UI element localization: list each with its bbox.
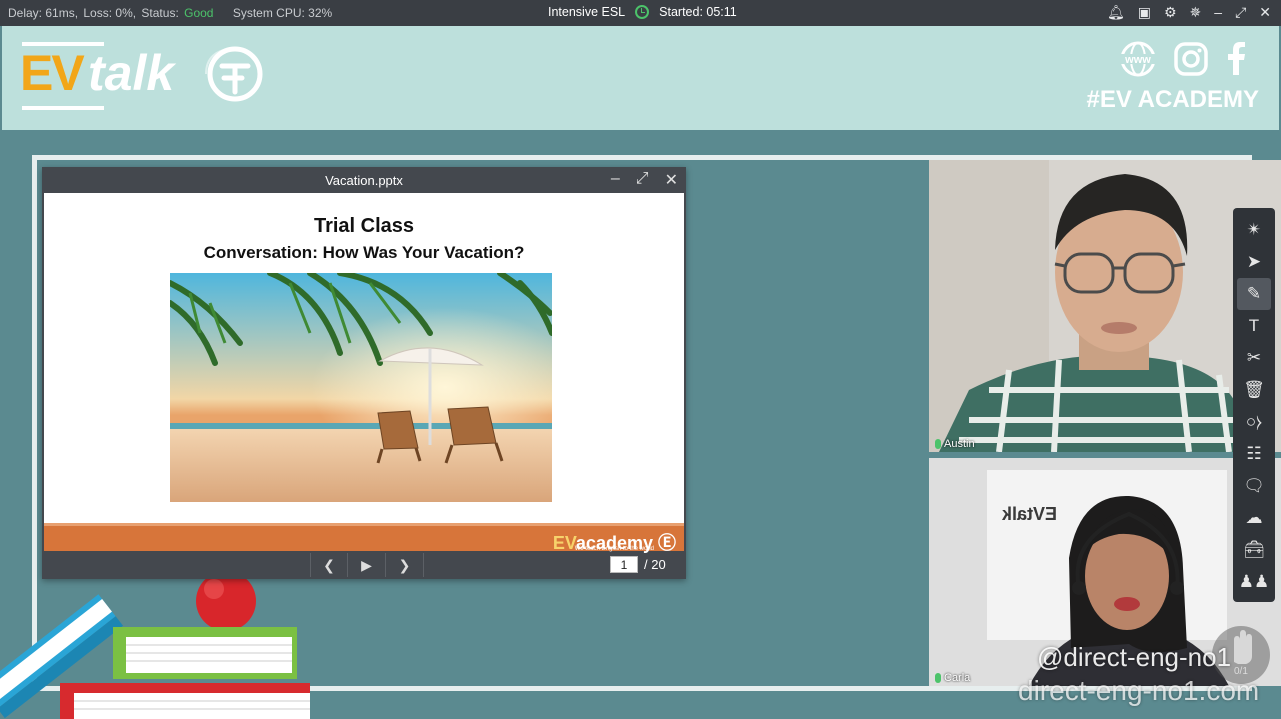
toolbox-tool[interactable]: 🧰︎: [1237, 534, 1271, 566]
status-label: Status:: [141, 6, 179, 20]
video-name-label: Austin: [935, 438, 975, 450]
gear-icon[interactable]: ⚙: [1164, 4, 1177, 21]
audio-tool[interactable]: ○⧽: [1237, 406, 1271, 438]
teacher-video-feed: [929, 160, 1281, 452]
page-number-input[interactable]: [610, 556, 638, 573]
expand-icon[interactable]: ⤢: [1235, 4, 1246, 21]
trash-icon: 🗑︎: [1243, 380, 1265, 399]
presentation-window[interactable]: Vacation.pptx – ⤢ ✕ Trial Class Conversa…: [42, 167, 686, 579]
evtalk-wall-logo: EVtalk: [1001, 504, 1057, 524]
cloud-tool[interactable]: ☁: [1237, 502, 1271, 534]
watermark-handle: @direct-eng-no1: [1037, 642, 1232, 672]
started-time: Started: 05:11: [659, 5, 737, 19]
connection-stats: Delay: 61ms, Loss: 0%, Status: Good Syst…: [8, 6, 334, 20]
chat-icon: 🗨︎: [1243, 476, 1265, 495]
total-pages: / 20: [644, 557, 666, 572]
slide-canvas[interactable]: Trial Class Conversation: How Was Your V…: [44, 193, 684, 553]
hashtag-text: #EV ACADEMY: [1086, 86, 1259, 113]
slide-navigation: ❮ ▶ ❯ / 20: [42, 551, 686, 579]
video-name-label: Carla: [935, 672, 970, 684]
books-apple-decoration-icon: [0, 575, 310, 719]
page-indicator: / 20: [610, 556, 666, 573]
logo-ev: EV: [20, 45, 85, 101]
play-icon: ▶: [361, 556, 372, 573]
status-value: Good: [184, 6, 214, 20]
bell-icon[interactable]: 🔔︎: [1107, 4, 1125, 21]
class-name: Intensive ESL: [548, 5, 626, 19]
facebook-icon[interactable]: [1225, 41, 1247, 77]
window-controls: 🔔︎ ▣ ⚙ ✵ – ⤢ ✕: [1107, 4, 1271, 21]
laser-pointer-tool[interactable]: ✴: [1237, 214, 1271, 246]
clock-icon: [635, 5, 650, 19]
next-slide-button[interactable]: ❯: [386, 553, 424, 577]
text-icon: T: [1248, 316, 1260, 335]
minimize-icon[interactable]: –: [611, 170, 620, 190]
microphone-icon: [935, 439, 941, 449]
notes-tool[interactable]: ☷: [1237, 438, 1271, 470]
participant-name: Austin: [944, 438, 975, 450]
annotation-toolbar: ✴ ➤ ✎ T ✂ 🗑︎ ○⧽ ☷ 🗨︎ ☁ 🧰︎ ♟♟: [1233, 208, 1275, 602]
prev-slide-button[interactable]: ❮: [310, 553, 348, 577]
scissors-icon: ✂: [1246, 348, 1262, 367]
ev-emblem-icon: [205, 46, 263, 102]
chevron-right-icon: ❯: [398, 556, 411, 573]
pen-icon: ✎: [1246, 284, 1262, 303]
beach-photo: [170, 273, 552, 502]
chevron-left-icon: ❮: [323, 556, 335, 573]
play-button[interactable]: ▶: [348, 553, 386, 577]
status-bar: Delay: 61ms, Loss: 0%, Status: Good Syst…: [0, 0, 1281, 26]
slide-subtitle: Conversation: How Was Your Vacation?: [203, 243, 525, 262]
loss-text: Loss: 0%,: [83, 6, 137, 20]
delete-tool[interactable]: 🗑︎: [1237, 374, 1271, 406]
class-info: Intensive ESL Started: 05:11: [548, 5, 737, 19]
sound-wave-icon: ○⧽: [1245, 412, 1263, 431]
slide-footer: EVacademy Ⓔ We teach English to the worl…: [44, 523, 684, 553]
video-tile-teacher[interactable]: Austin: [929, 160, 1281, 452]
minimize-icon[interactable]: –: [1214, 4, 1222, 21]
fullscreen-icon[interactable]: ⤢: [636, 170, 649, 190]
pin-icon[interactable]: ✵: [1190, 4, 1202, 21]
text-tool[interactable]: T: [1237, 310, 1271, 342]
social-links: www: [1119, 40, 1247, 78]
people-icon: ♟♟: [1238, 572, 1270, 591]
instagram-icon[interactable]: [1173, 41, 1209, 77]
www-globe-icon[interactable]: www: [1119, 40, 1157, 78]
microphone-icon: [935, 673, 941, 683]
laser-pointer-icon: ✴: [1246, 220, 1262, 239]
slide-title: Trial Class: [313, 215, 415, 237]
www-label: www: [1124, 54, 1151, 66]
cursor-move-icon: ➤: [1246, 252, 1262, 271]
cloud-icon: ☁: [1245, 508, 1263, 527]
delay-text: Delay: 61ms,: [8, 6, 79, 20]
pen-tool[interactable]: ✎: [1237, 278, 1271, 310]
close-icon[interactable]: ✕: [665, 170, 678, 190]
chat-tool[interactable]: 🗨︎: [1237, 470, 1271, 502]
footer-brand-ev: EV: [552, 533, 576, 553]
header-banner: EV talk www #EV ACADEMY: [2, 26, 1279, 130]
cut-tool[interactable]: ✂: [1237, 342, 1271, 374]
presentation-titlebar[interactable]: Vacation.pptx – ⤢ ✕: [42, 167, 686, 193]
presentation-filename: Vacation.pptx: [325, 173, 403, 188]
watermark-site: direct-eng-no1.com: [1018, 675, 1260, 706]
close-icon[interactable]: ✕: [1259, 4, 1271, 21]
cpu-text: System CPU: 32%: [232, 6, 333, 20]
select-move-tool[interactable]: ➤: [1237, 246, 1271, 278]
notes-icon: ☷: [1246, 444, 1262, 463]
logo-talk: talk: [88, 45, 175, 101]
evtalk-logo: EV talk: [20, 40, 190, 110]
participants-tool[interactable]: ♟♟: [1237, 566, 1271, 598]
participant-name: Carla: [944, 672, 971, 684]
layout-icon[interactable]: ▣: [1138, 4, 1151, 21]
toolbox-icon: 🧰︎: [1243, 540, 1265, 559]
